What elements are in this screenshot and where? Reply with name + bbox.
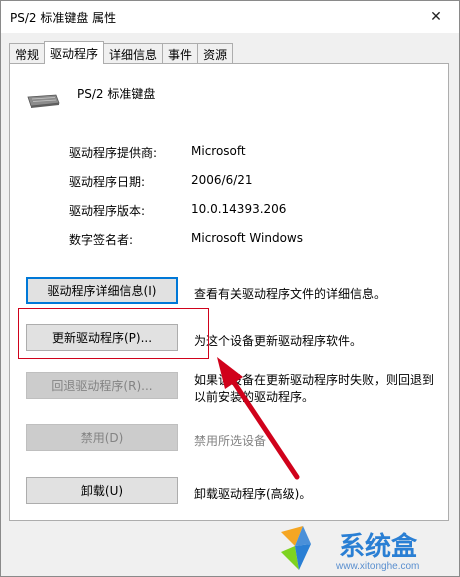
close-button[interactable]: ✕ (413, 1, 459, 33)
tab-label: 常规 (15, 47, 40, 62)
uninstall-description: 卸载驱动程序(高级)。 (194, 487, 312, 501)
window-title: PS/2 标准键盘 属性 (10, 11, 117, 25)
rollback-driver-button[interactable]: 回退驱动程序(R)... (26, 372, 178, 399)
tab-label: 驱动程序 (50, 46, 99, 61)
tab-driver[interactable]: 驱动程序 (44, 41, 105, 64)
button-label: 驱动程序详细信息(I) (47, 284, 157, 298)
keyboard-icon (27, 94, 60, 108)
button-label: 禁用(D) (80, 431, 124, 445)
driver-details-description: 查看有关驱动程序文件的详细信息。 (194, 287, 387, 301)
tab-details[interactable]: 详细信息 (103, 43, 164, 64)
date-value: 2006/6/21 (191, 173, 253, 187)
title-bar: PS/2 标准键盘 属性 ✕ (1, 1, 459, 33)
rollback-description-line1: 如果该设备在更新驱动程序时失败，则回退到 (194, 373, 435, 387)
highlight-box (18, 308, 209, 359)
disable-description: 禁用所选设备 (194, 434, 267, 448)
driver-panel: PS/2 标准键盘 驱动程序提供商: Microsoft 驱动程序日期: 200… (9, 63, 449, 521)
tab-label: 资源 (203, 47, 228, 62)
signer-value: Microsoft Windows (191, 231, 303, 245)
close-icon: ✕ (430, 9, 442, 25)
properties-window: PS/2 标准键盘 属性 ✕ 常规 驱动程序 详细信息 事件 资源 PS/2 标… (0, 0, 460, 577)
button-label: 回退驱动程序(R)... (51, 379, 153, 393)
tab-label: 事件 (168, 47, 193, 62)
watermark-logo-icon (281, 526, 311, 570)
tab-resources[interactable]: 资源 (197, 43, 234, 64)
rollback-description-line2: 以前安装的驱动程序。 (194, 390, 315, 404)
uninstall-button[interactable]: 卸载(U) (26, 477, 178, 504)
disable-button[interactable]: 禁用(D) (26, 424, 178, 451)
tab-strip: 常规 驱动程序 详细信息 事件 资源 (9, 41, 234, 64)
driver-details-button[interactable]: 驱动程序详细信息(I) (26, 277, 178, 304)
provider-value: Microsoft (191, 144, 246, 158)
watermark-url: www.xitonghe.com (336, 561, 420, 572)
version-value: 10.0.14393.206 (191, 202, 287, 216)
tab-events[interactable]: 事件 (162, 43, 199, 64)
update-driver-description: 为这个设备更新驱动程序软件。 (194, 334, 363, 348)
tab-general[interactable]: 常规 (9, 43, 46, 64)
date-label: 驱动程序日期: (69, 175, 146, 189)
button-label: 卸载(U) (80, 484, 124, 498)
version-label: 驱动程序版本: (69, 204, 146, 218)
signer-label: 数字签名者: (69, 233, 134, 247)
watermark-name: 系统盒 (339, 532, 418, 562)
tab-label: 详细信息 (109, 47, 158, 62)
provider-label: 驱动程序提供商: (69, 146, 158, 160)
device-name: PS/2 标准键盘 (77, 87, 156, 101)
